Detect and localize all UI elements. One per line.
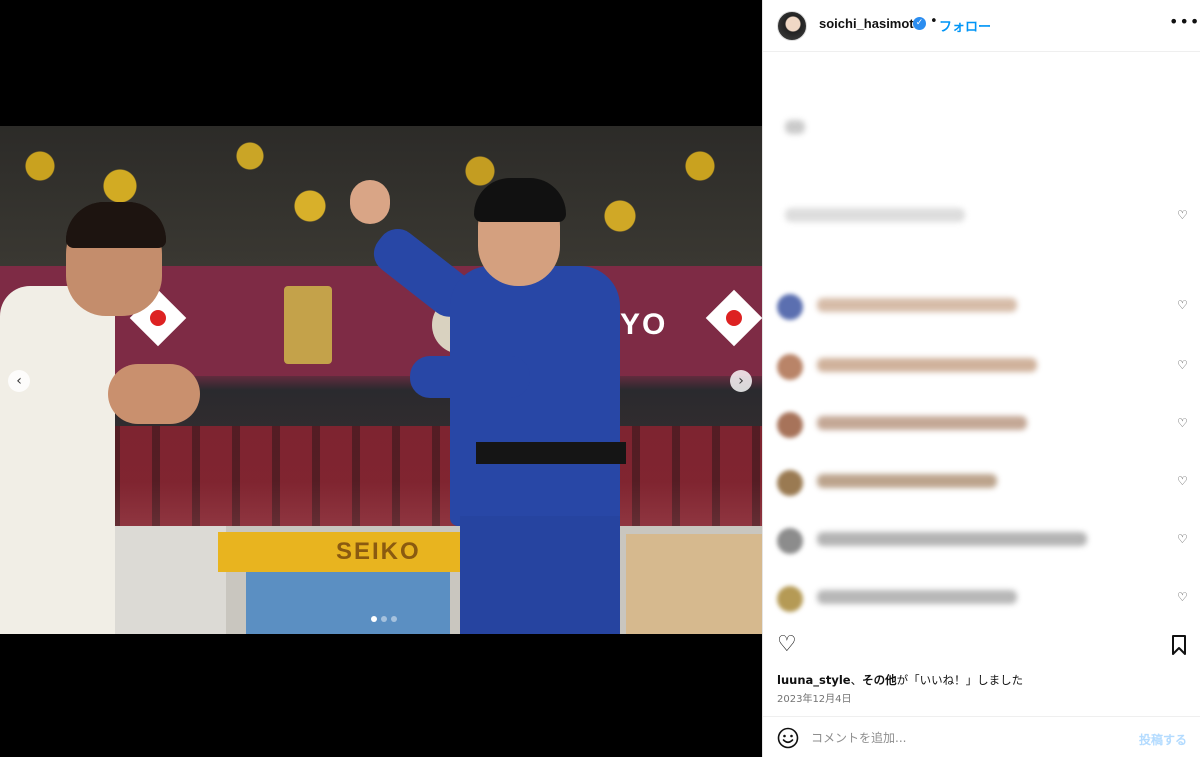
emoji-icon[interactable] xyxy=(777,727,799,749)
add-comment-bar: 投稿する xyxy=(763,716,1200,757)
avatar[interactable] xyxy=(777,470,803,496)
avatar[interactable] xyxy=(777,294,803,320)
obscured-comment-text xyxy=(817,416,1027,430)
list-item: ♡ xyxy=(763,196,1200,236)
likes-others-link[interactable]: その他 xyxy=(862,673,897,687)
comment-like-icon[interactable]: ♡ xyxy=(1177,298,1188,312)
comment-input[interactable] xyxy=(811,727,1111,749)
post-header: soichi_hasimoto ✓ • フォロー ••• xyxy=(763,0,1200,52)
post-side-panel: soichi_hasimoto ✓ • フォロー ••• ♡ ♡ ♡ ♡ ♡ ♡… xyxy=(762,0,1200,757)
post-comment-button[interactable]: 投稿する xyxy=(1139,731,1187,748)
comment-like-icon[interactable]: ♡ xyxy=(1177,358,1188,372)
list-item xyxy=(763,108,1200,148)
likes-summary: luuna_style、その他が「いいね！」しました xyxy=(777,672,1023,688)
avatar[interactable] xyxy=(777,586,803,612)
obscured-comment-text xyxy=(817,474,997,488)
more-options-icon[interactable]: ••• xyxy=(1169,12,1200,31)
avatar[interactable] xyxy=(777,11,807,41)
obscured-comment-text xyxy=(817,298,1017,312)
obscured-comment-text xyxy=(817,532,1087,546)
list-item: ♡ xyxy=(763,404,1200,444)
referee-table xyxy=(626,534,762,634)
obscured-comment-text xyxy=(785,120,805,134)
comment-like-icon[interactable]: ♡ xyxy=(1177,474,1188,488)
banner-plaque xyxy=(284,286,332,364)
comments-list[interactable]: ♡ ♡ ♡ ♡ ♡ ♡ ♡ xyxy=(763,52,1200,624)
like-button-icon[interactable]: ♡ xyxy=(777,632,797,658)
chevron-left-icon: ‹ xyxy=(16,373,22,389)
verified-badge-icon: ✓ xyxy=(913,17,926,30)
follow-button[interactable]: フォロー xyxy=(939,16,991,35)
list-item: ♡ xyxy=(763,578,1200,618)
black-belt xyxy=(476,442,626,464)
post-date[interactable]: 2023年12月4日 xyxy=(777,690,852,705)
comment-like-icon[interactable]: ♡ xyxy=(1177,208,1188,222)
carousel-indicator xyxy=(371,616,397,622)
obscured-comment-text xyxy=(785,208,965,222)
chevron-right-icon: › xyxy=(738,373,744,389)
judoka-blue-lower-arm xyxy=(410,356,530,398)
judoka-white-hands xyxy=(108,364,200,424)
carousel-prev-button[interactable]: ‹ xyxy=(8,370,30,392)
carousel-dot xyxy=(391,616,397,622)
judoka-blue-gi xyxy=(350,178,640,634)
flag-emblem-right xyxy=(705,289,762,347)
bookmark-icon[interactable] xyxy=(1171,634,1187,656)
avatar[interactable] xyxy=(777,412,803,438)
carousel-dot xyxy=(381,616,387,622)
carousel-dot xyxy=(371,616,377,622)
post-media: YO S SEIKO ‹ xyxy=(0,0,762,757)
comment-like-icon[interactable]: ♡ xyxy=(1177,416,1188,430)
username-link[interactable]: soichi_hasimoto xyxy=(819,16,922,31)
list-item: ♡ xyxy=(763,462,1200,502)
list-item: ♡ xyxy=(763,346,1200,386)
post-actions: ♡ xyxy=(763,626,1200,666)
likes-suffix: が「いいね！」しました xyxy=(896,673,1024,687)
list-item: ♡ xyxy=(763,520,1200,560)
judoka-blue-legs xyxy=(460,516,620,634)
list-item: ♡ xyxy=(763,286,1200,326)
obscured-comment-text xyxy=(817,590,1017,604)
avatar[interactable] xyxy=(777,354,803,380)
avatar[interactable] xyxy=(777,528,803,554)
separator-dot: • xyxy=(930,14,938,29)
judoka-white-gi xyxy=(0,286,115,634)
comment-like-icon[interactable]: ♡ xyxy=(1177,590,1188,604)
carousel-next-button[interactable]: › xyxy=(730,370,752,392)
liker-username[interactable]: luuna_style xyxy=(777,673,851,687)
obscured-comment-text xyxy=(817,358,1037,372)
likes-separator: 、 xyxy=(850,673,863,687)
comment-like-icon[interactable]: ♡ xyxy=(1177,532,1188,546)
post-photo: YO S SEIKO xyxy=(0,126,762,634)
judoka-blue-fist xyxy=(350,180,390,224)
